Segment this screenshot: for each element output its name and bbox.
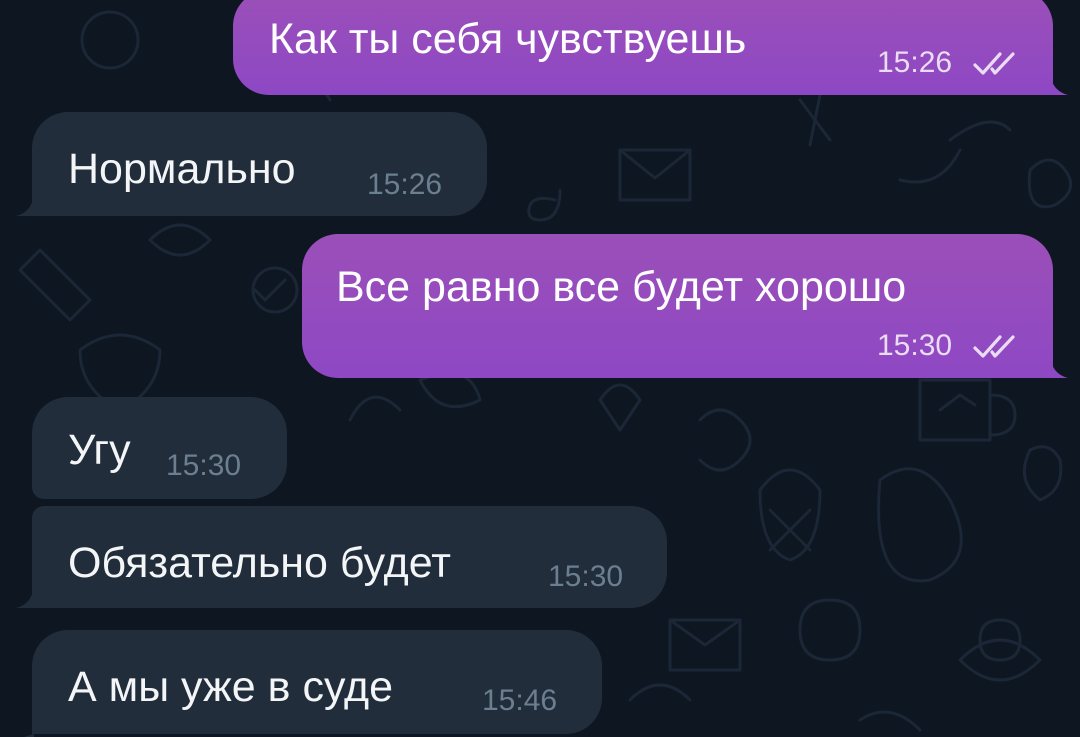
message-text: Нормально [68, 145, 296, 193]
bubble-tail [1050, 356, 1068, 378]
message-time: 15:26 [367, 168, 443, 201]
bubble-tail [16, 194, 34, 216]
message-bubble-incoming[interactable]: Обязательно будет 15:30 [32, 506, 667, 608]
message-bubble-outgoing[interactable]: Все равно все будет хорошо 15:30 [302, 234, 1053, 378]
message-time: 15:30 [166, 449, 242, 482]
message-time: 15:30 [548, 560, 624, 593]
message-text: А мы уже в суде [68, 663, 394, 711]
message-text: Угу [68, 426, 131, 474]
message-time: 15:26 [877, 46, 953, 79]
message-bubble-incoming[interactable]: Нормально 15:26 [32, 112, 487, 216]
message-text: Как ты себя чувствуешь [269, 15, 747, 63]
message-text: Все равно все будет хорошо [336, 263, 907, 311]
message-text: Обязательно будет [68, 539, 451, 587]
bubble-tail [1050, 73, 1068, 95]
double-check-icon [973, 335, 1015, 358]
message-bubble-incoming[interactable]: Угу 15:30 [32, 397, 287, 499]
bubble-tail [16, 586, 34, 608]
double-check-icon [973, 52, 1015, 75]
message-time: 15:30 [877, 329, 953, 362]
message-bubble-outgoing[interactable]: Как ты себя чувствуешь 15:26 [233, 0, 1053, 95]
message-time: 15:46 [482, 684, 558, 717]
message-bubble-incoming[interactable]: А мы уже в суде 15:46 [32, 630, 602, 734]
